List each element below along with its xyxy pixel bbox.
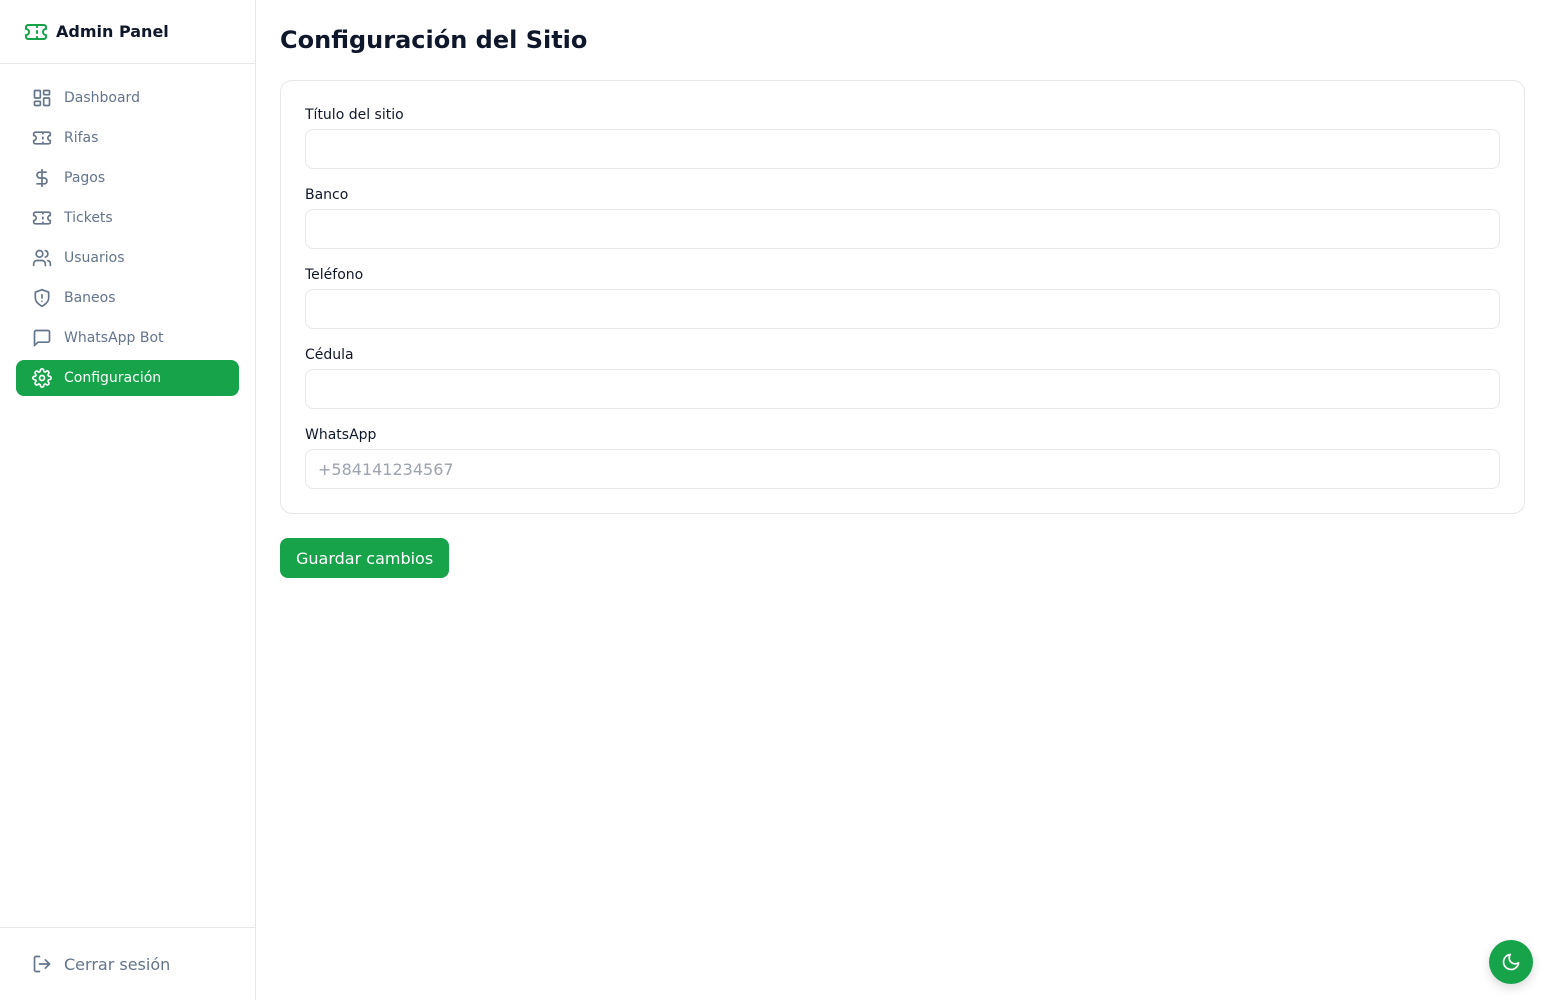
theme-toggle-button[interactable] <box>1489 940 1533 984</box>
moon-icon <box>1501 952 1521 972</box>
logout-button[interactable]: Cerrar sesión <box>16 944 239 984</box>
dollar-icon <box>32 168 52 188</box>
id-number-input[interactable] <box>305 369 1500 409</box>
gear-icon <box>32 368 52 388</box>
phone-input[interactable] <box>305 289 1500 329</box>
message-icon <box>32 328 52 348</box>
page-title: Configuración del Sitio <box>280 26 588 54</box>
sidebar-item-tickets[interactable]: Tickets <box>16 200 239 236</box>
sidebar-item-label: Dashboard <box>64 90 140 106</box>
save-button[interactable]: Guardar cambios <box>280 538 450 578</box>
ticket-icon <box>32 128 52 148</box>
app-title: Admin Panel <box>56 22 169 41</box>
site-title-field: Título del sitio <box>305 105 1500 169</box>
whatsapp-label: WhatsApp <box>305 427 377 443</box>
sidebar-item-label: Configuración <box>64 370 162 386</box>
dashboard-icon <box>32 88 52 108</box>
site-title-label: Título del sitio <box>305 107 404 123</box>
sidebar-item-label: Tickets <box>64 210 113 226</box>
whatsapp-input[interactable] <box>305 449 1500 489</box>
sidebar-item-baneos[interactable]: Baneos <box>16 280 239 316</box>
site-title-input[interactable] <box>305 129 1500 169</box>
sidebar-item-usuarios[interactable]: Usuarios <box>16 240 239 276</box>
shield-icon <box>32 288 52 308</box>
bank-field: Banco <box>305 185 1500 249</box>
settings-form: Título del sitio Banco Teléfono Cédula W… <box>280 80 1525 514</box>
bank-label: Banco <box>305 187 349 203</box>
phone-field: Teléfono <box>305 265 1500 329</box>
sidebar-item-label: WhatsApp Bot <box>64 330 164 346</box>
sidebar-item-label: Usuarios <box>64 250 125 266</box>
sidebar-item-rifas[interactable]: Rifas <box>16 120 239 156</box>
sidebar-footer: Cerrar sesión <box>0 927 255 1000</box>
sidebar-item-label: Baneos <box>64 290 116 306</box>
users-icon <box>32 248 52 268</box>
sidebar: Admin Panel Dashboard Rifas Pagos Ticket… <box>0 0 256 1000</box>
sidebar-item-label: Pagos <box>64 170 106 186</box>
logout-icon <box>32 954 52 974</box>
brand: Admin Panel <box>0 0 255 64</box>
ticket-icon <box>24 20 48 44</box>
sidebar-item-pagos[interactable]: Pagos <box>16 160 239 196</box>
sidebar-item-label: Rifas <box>64 130 99 146</box>
sidebar-item-dashboard[interactable]: Dashboard <box>16 80 239 116</box>
whatsapp-field: WhatsApp <box>305 425 1500 489</box>
main-content: Configuración del Sitio Título del sitio… <box>280 0 1525 578</box>
id-number-field: Cédula <box>305 345 1500 409</box>
sidebar-nav: Dashboard Rifas Pagos Tickets Usuarios B… <box>0 64 255 396</box>
bank-input[interactable] <box>305 209 1500 249</box>
ticket-icon <box>32 208 52 228</box>
logout-label: Cerrar sesión <box>64 954 171 974</box>
id-number-label: Cédula <box>305 347 354 363</box>
sidebar-item-whatsapp-bot[interactable]: WhatsApp Bot <box>16 320 239 356</box>
sidebar-item-configuracion[interactable]: Configuración <box>16 360 239 396</box>
phone-label: Teléfono <box>305 267 364 283</box>
